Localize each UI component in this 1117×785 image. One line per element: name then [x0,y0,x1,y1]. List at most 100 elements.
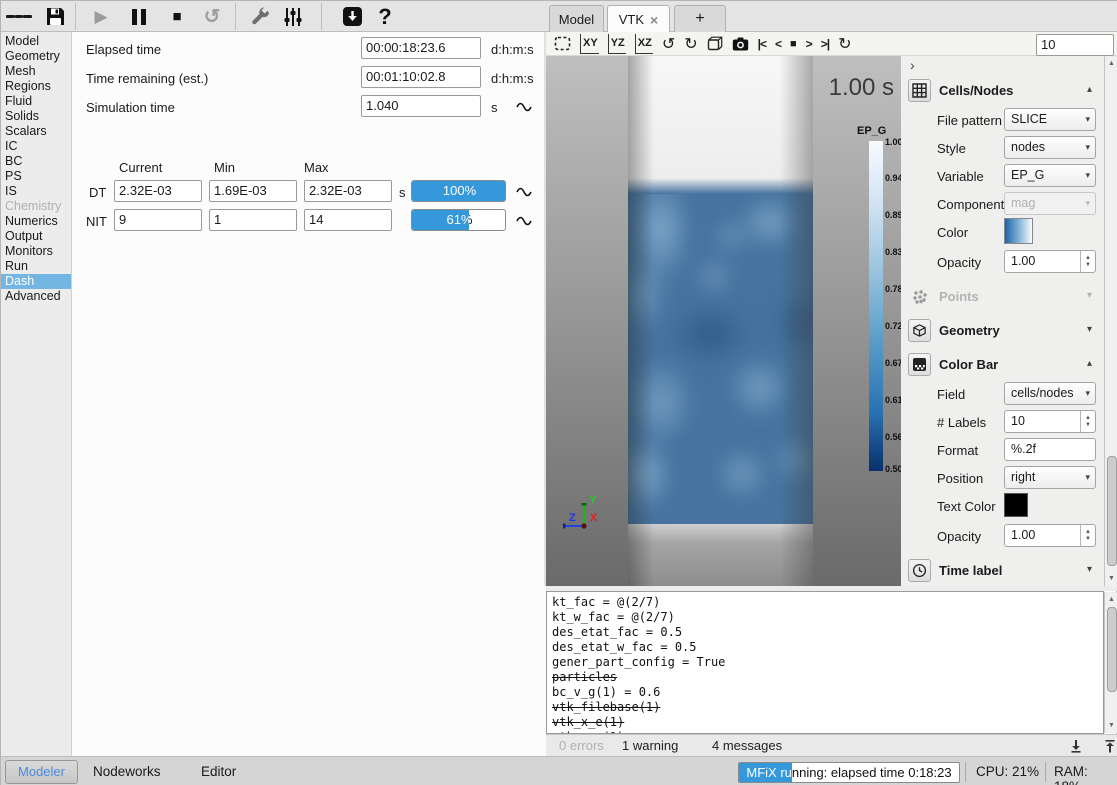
sidebar-item-monitors[interactable]: Monitors [1,244,71,259]
menu-icon[interactable] [6,4,32,29]
spin-down-icon[interactable]: ▼ [1085,262,1091,269]
plot-simtime-icon[interactable] [515,98,537,112]
play-icon[interactable]: ▶ [89,4,113,29]
parameters-sliders-icon[interactable] [278,4,308,29]
save-icon[interactable] [43,4,67,29]
grid-icon[interactable] [908,79,931,102]
collapse-arrow-icon[interactable]: ▴ [1087,358,1092,369]
scroll-down-arrow[interactable]: ▼ [1105,572,1117,585]
nit-min-field[interactable]: 1 [209,209,297,231]
view-yz-icon[interactable]: YZ [608,34,626,54]
spinner-arrows[interactable]: ▲▼ [1080,411,1095,432]
sidebar-item-advanced[interactable]: Advanced [1,289,71,304]
section-points[interactable]: Points ▾ [901,282,1104,312]
refresh-icon[interactable]: ↻ [838,34,851,54]
view-xy-icon[interactable]: XY [580,34,599,54]
frame-interval-field[interactable]: 10 [1036,34,1114,56]
sidebar-item-ic[interactable]: IC [1,139,71,154]
warnings-count[interactable]: 1 warning [622,738,678,753]
panel-expander-chevron[interactable]: › [901,56,1104,76]
spin-up-icon[interactable]: ▲ [1085,255,1091,262]
collapse-arrow-icon[interactable]: ▾ [1087,324,1092,335]
spin-up-icon[interactable]: ▲ [1085,529,1091,536]
sidebar-item-ps[interactable]: PS [1,169,71,184]
mode-button-modeler[interactable]: Modeler [5,760,78,784]
sidebar-item-bc[interactable]: BC [1,154,71,169]
position-dropdown[interactable]: right▾ [1004,466,1096,489]
sidebar-item-dash[interactable]: Dash [1,274,71,289]
pause-icon[interactable] [127,4,151,29]
format-field[interactable]: %.2f [1004,438,1096,461]
previous-frame-icon[interactable]: < [775,34,781,54]
panel-scrollbar[interactable]: ▲ ▼ [1104,56,1117,586]
spin-down-icon[interactable]: ▼ [1085,422,1091,429]
section-time-label[interactable]: Time label ▾ [901,556,1104,586]
errors-count[interactable]: 0 errors [559,738,604,753]
mode-button-editor[interactable]: Editor [201,764,236,779]
screenshot-camera-icon[interactable] [732,34,749,54]
elapsed-time-field[interactable]: 00:00:18:23.6 [361,37,481,59]
rotate-right-icon[interactable]: ↻ [684,34,697,54]
variable-dropdown[interactable]: EP_G▾ [1004,164,1096,187]
collapse-arrow-icon[interactable]: ▾ [1087,290,1092,301]
dt-current-field[interactable]: 2.32E-03 [114,180,202,202]
cbar-opacity-spinner[interactable]: 1.00 ▲▼ [1004,524,1096,547]
help-icon[interactable]: ? [373,4,397,29]
clock-icon[interactable] [908,559,931,582]
plot-dt-icon[interactable] [515,183,537,197]
opacity-spinner[interactable]: 1.00 ▲▼ [1004,250,1096,273]
tab-add[interactable]: + [674,5,726,32]
scroll-down-arrow[interactable]: ▼ [1105,719,1117,732]
colorbar-icon[interactable] [908,353,931,376]
next-frame-icon[interactable]: > [806,34,812,54]
scroll-up-arrow[interactable]: ▲ [1105,57,1117,70]
plot-nit-icon[interactable] [515,212,537,226]
perspective-icon[interactable] [707,34,723,54]
sidebar-item-solids[interactable]: Solids [1,109,71,124]
spinner-arrows[interactable]: ▲▼ [1080,251,1095,272]
dt-max-field[interactable]: 2.32E-03 [304,180,392,202]
scroll-to-top-icon[interactable] [1103,739,1117,753]
color-gradient-swatch[interactable] [1004,218,1033,244]
collapse-arrow-icon[interactable]: ▾ [1087,564,1092,575]
section-cells-nodes[interactable]: Cells/Nodes ▴ [901,76,1104,106]
sidebar-item-mesh[interactable]: Mesh [1,64,71,79]
dt-min-field[interactable]: 1.69E-03 [209,180,297,202]
messages-count[interactable]: 4 messages [712,738,782,753]
sidebar-item-regions[interactable]: Regions [1,79,71,94]
nit-current-field[interactable]: 9 [114,209,202,231]
section-geometry[interactable]: Geometry ▾ [901,316,1104,346]
terminal-scrollbar[interactable]: ▲ ▼ [1104,592,1117,733]
terminal-output[interactable]: kt_fac = @(2/7) kt_w_fac = @(2/7) des_et… [546,591,1104,734]
last-frame-icon[interactable]: >| [821,34,829,54]
num-labels-spinner[interactable]: 10 ▲▼ [1004,410,1096,433]
geometry-cube-icon[interactable] [908,319,931,342]
sidebar-item-numerics[interactable]: Numerics [1,214,71,229]
scrollbar-thumb[interactable] [1107,456,1117,566]
first-frame-icon[interactable]: |< [758,34,766,54]
settings-wrench-icon[interactable] [246,4,274,29]
view-xz-icon[interactable]: XZ [635,34,653,54]
reset-view-icon[interactable] [554,34,571,54]
collapse-arrow-icon[interactable]: ▴ [1087,84,1092,95]
rotate-left-icon[interactable]: ↺ [662,34,675,54]
sidebar-item-scalars[interactable]: Scalars [1,124,71,139]
field-dropdown[interactable]: cells/nodes▾ [1004,382,1096,405]
sidebar-item-geometry[interactable]: Geometry [1,49,71,64]
mode-button-nodeworks[interactable]: Nodeworks [93,764,161,779]
sidebar-item-is[interactable]: IS [1,184,71,199]
scroll-up-arrow[interactable]: ▲ [1105,593,1117,606]
text-color-swatch[interactable] [1004,493,1028,517]
file-pattern-dropdown[interactable]: SLICE▾ [1004,108,1096,131]
reset-icon[interactable]: ↺ [199,4,225,29]
export-download-icon[interactable] [339,4,365,29]
stop-icon[interactable]: ■ [165,4,189,29]
sidebar-item-fluid[interactable]: Fluid [1,94,71,109]
spin-up-icon[interactable]: ▲ [1085,415,1091,422]
vtk-viewport[interactable]: 1.00 s EP_G 1.00 0.94 0.89 0.83 0.78 0.7… [546,56,901,586]
sidebar-item-model[interactable]: Model [1,34,71,49]
spin-down-icon[interactable]: ▼ [1085,536,1091,543]
sidebar-item-output[interactable]: Output [1,229,71,244]
sidebar-item-run[interactable]: Run [1,259,71,274]
section-color-bar[interactable]: Color Bar ▴ [901,350,1104,380]
